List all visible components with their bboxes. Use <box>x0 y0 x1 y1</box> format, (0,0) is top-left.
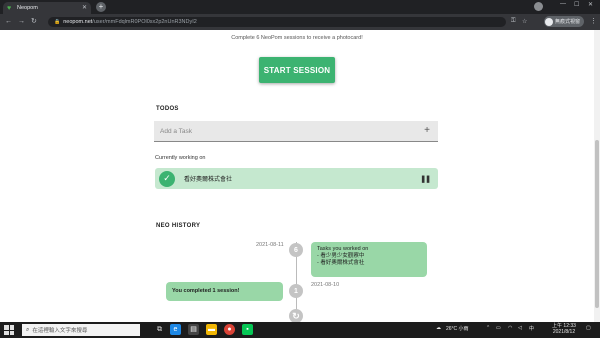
taskbar-clock[interactable]: 上午 12:33 2021/8/12 <box>548 323 580 335</box>
start-session-button[interactable]: START SESSION <box>259 57 335 83</box>
history-card-title: Tasks you worked on <box>317 246 369 252</box>
close-window-icon[interactable]: ✕ <box>588 1 593 8</box>
browser-tabbar: ♥ Neopom ✕ + — ☐ ✕ <box>0 0 600 14</box>
clock-date: 2021/8/12 <box>552 329 576 335</box>
file-explorer-icon[interactable]: ▤ <box>188 324 199 335</box>
url-host: neopom.net <box>63 19 93 25</box>
history-card-line: - 看少男少女觀察中 <box>317 253 365 259</box>
network-icon[interactable]: ▭ <box>496 325 501 331</box>
neopom-favicon-icon: ♥ <box>7 4 12 12</box>
incognito-profile-button[interactable]: 無痕式視窗 <box>544 16 585 27</box>
history-node: 1 <box>289 284 303 298</box>
intro-text: Complete 6 NeoPom sessions to receive a … <box>231 35 363 41</box>
current-task-card: ✓ 看好奧爾株式會社 ❚❚ <box>155 168 438 189</box>
taskbar-search-placeholder: 在這裡輸入文字來搜尋 <box>32 328 88 334</box>
star-icon[interactable]: ☆ <box>522 18 527 25</box>
edge-icon[interactable]: e <box>170 324 181 335</box>
forward-icon[interactable]: → <box>18 17 25 26</box>
weather-text[interactable]: 26°C 小雨 <box>446 325 469 332</box>
history-card: You completed 1 session! <box>166 282 283 301</box>
notification-icon[interactable]: ▢ <box>586 325 591 331</box>
taskbar-search[interactable]: ⌕ 在這裡輸入文字來搜尋 <box>22 324 140 336</box>
tray-chevron-icon[interactable]: ⌃ <box>486 325 490 331</box>
lock-icon[interactable]: 🔒 <box>54 19 60 25</box>
history-date: 2021-08-10 <box>311 282 340 288</box>
browser-tab[interactable]: ♥ Neopom ✕ <box>3 2 91 14</box>
minimize-icon[interactable]: — <box>560 1 566 7</box>
profile-label: 無痕式視窗 <box>555 19 581 25</box>
search-icon: ⌕ <box>26 326 30 333</box>
tab-close-icon[interactable]: ✕ <box>82 5 87 11</box>
reload-icon[interactable]: ↻ <box>31 17 37 26</box>
task-input[interactable] <box>160 127 438 135</box>
scroll-thumb[interactable] <box>595 140 599 308</box>
page-scrollbar[interactable] <box>594 30 600 322</box>
add-task-field[interactable]: + <box>154 121 438 142</box>
history-title: NEO HISTORY <box>156 223 201 229</box>
history-node: 6 <box>289 243 303 257</box>
windows-start-icon[interactable] <box>4 325 14 335</box>
wifi-icon[interactable]: ◠ <box>508 325 512 331</box>
url-path: /user/mmFdqlmR0POl0sx2p2nUnR3NDyI2 <box>92 19 197 25</box>
new-tab-button[interactable]: + <box>96 2 106 12</box>
address-bar[interactable]: 🔒 neopom.net /user/mmFdqlmR0POl0sx2p2nUn… <box>48 17 506 27</box>
neopom-page: Complete 6 NeoPom sessions to receive a … <box>0 30 594 322</box>
folder-icon[interactable]: ▬ <box>206 324 217 335</box>
volume-icon[interactable]: ◁ <box>518 325 522 331</box>
ime-icon[interactable]: 中 <box>529 325 534 332</box>
current-task-name: 看好奧爾株式會社 <box>184 177 233 183</box>
key-icon[interactable]: ⚿ <box>511 18 516 25</box>
tab-title: Neopom <box>17 5 38 11</box>
history-card: Tasks you worked on - 看少男少女觀察中 - 看好奧爾株式會… <box>311 242 427 277</box>
task-view-icon[interactable]: ⧉ <box>154 324 165 335</box>
todos-title: TODOS <box>156 106 179 112</box>
history-date: 2021-08-11 <box>256 242 284 248</box>
refresh-icon: ↻ <box>289 309 303 322</box>
history-card-text: You completed 1 session! <box>172 288 240 294</box>
working-label: Currently working on <box>155 155 206 161</box>
weather-icon[interactable]: ☁ <box>436 325 441 331</box>
browser-menu-icon[interactable]: ⋮ <box>590 17 597 25</box>
chrome-icon[interactable]: ● <box>224 324 235 335</box>
browser-toolbar: ← → ↻ 🔒 neopom.net /user/mmFdqlmR0POl0sx… <box>0 14 600 30</box>
plus-icon[interactable]: + <box>424 125 430 137</box>
back-icon[interactable]: ← <box>5 17 12 26</box>
line-app-icon[interactable]: ▪ <box>242 324 253 335</box>
check-icon[interactable]: ✓ <box>159 170 175 187</box>
incognito-indicator-icon <box>534 2 543 11</box>
pause-icon[interactable]: ❚❚ <box>420 175 431 183</box>
incognito-avatar-icon <box>545 17 553 26</box>
maximize-icon[interactable]: ☐ <box>574 1 579 8</box>
history-card-line: - 看好奧爾株式會社 <box>317 260 365 266</box>
